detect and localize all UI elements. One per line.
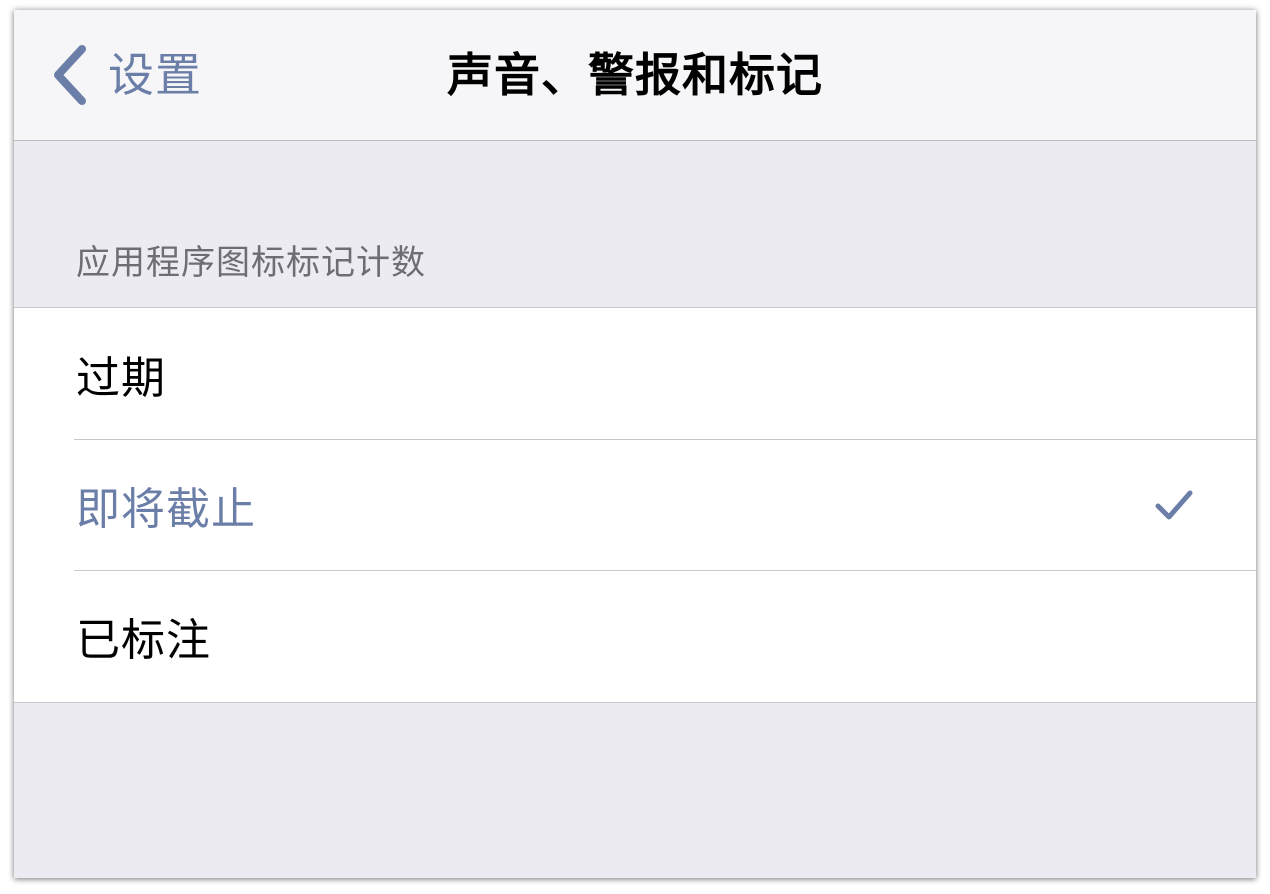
option-row-overdue[interactable]: 过期	[14, 308, 1256, 439]
section-header: 应用程序图标标记计数	[76, 243, 426, 283]
settings-screen: 设置 声音、警报和标记 应用程序图标标记计数 过期 即将截止 已标注	[14, 10, 1256, 878]
option-label: 已标注	[76, 614, 211, 666]
option-label: 即将截止	[76, 483, 256, 535]
navigation-bar: 设置 声音、警报和标记	[14, 10, 1256, 141]
checkmark-icon	[1155, 490, 1193, 519]
option-row-due-soon[interactable]: 即将截止	[14, 439, 1256, 570]
option-row-flagged[interactable]: 已标注	[14, 570, 1256, 701]
page-title: 声音、警报和标记	[447, 48, 823, 102]
badge-count-options-list: 过期 即将截止 已标注	[14, 307, 1256, 703]
option-label: 过期	[76, 352, 166, 404]
